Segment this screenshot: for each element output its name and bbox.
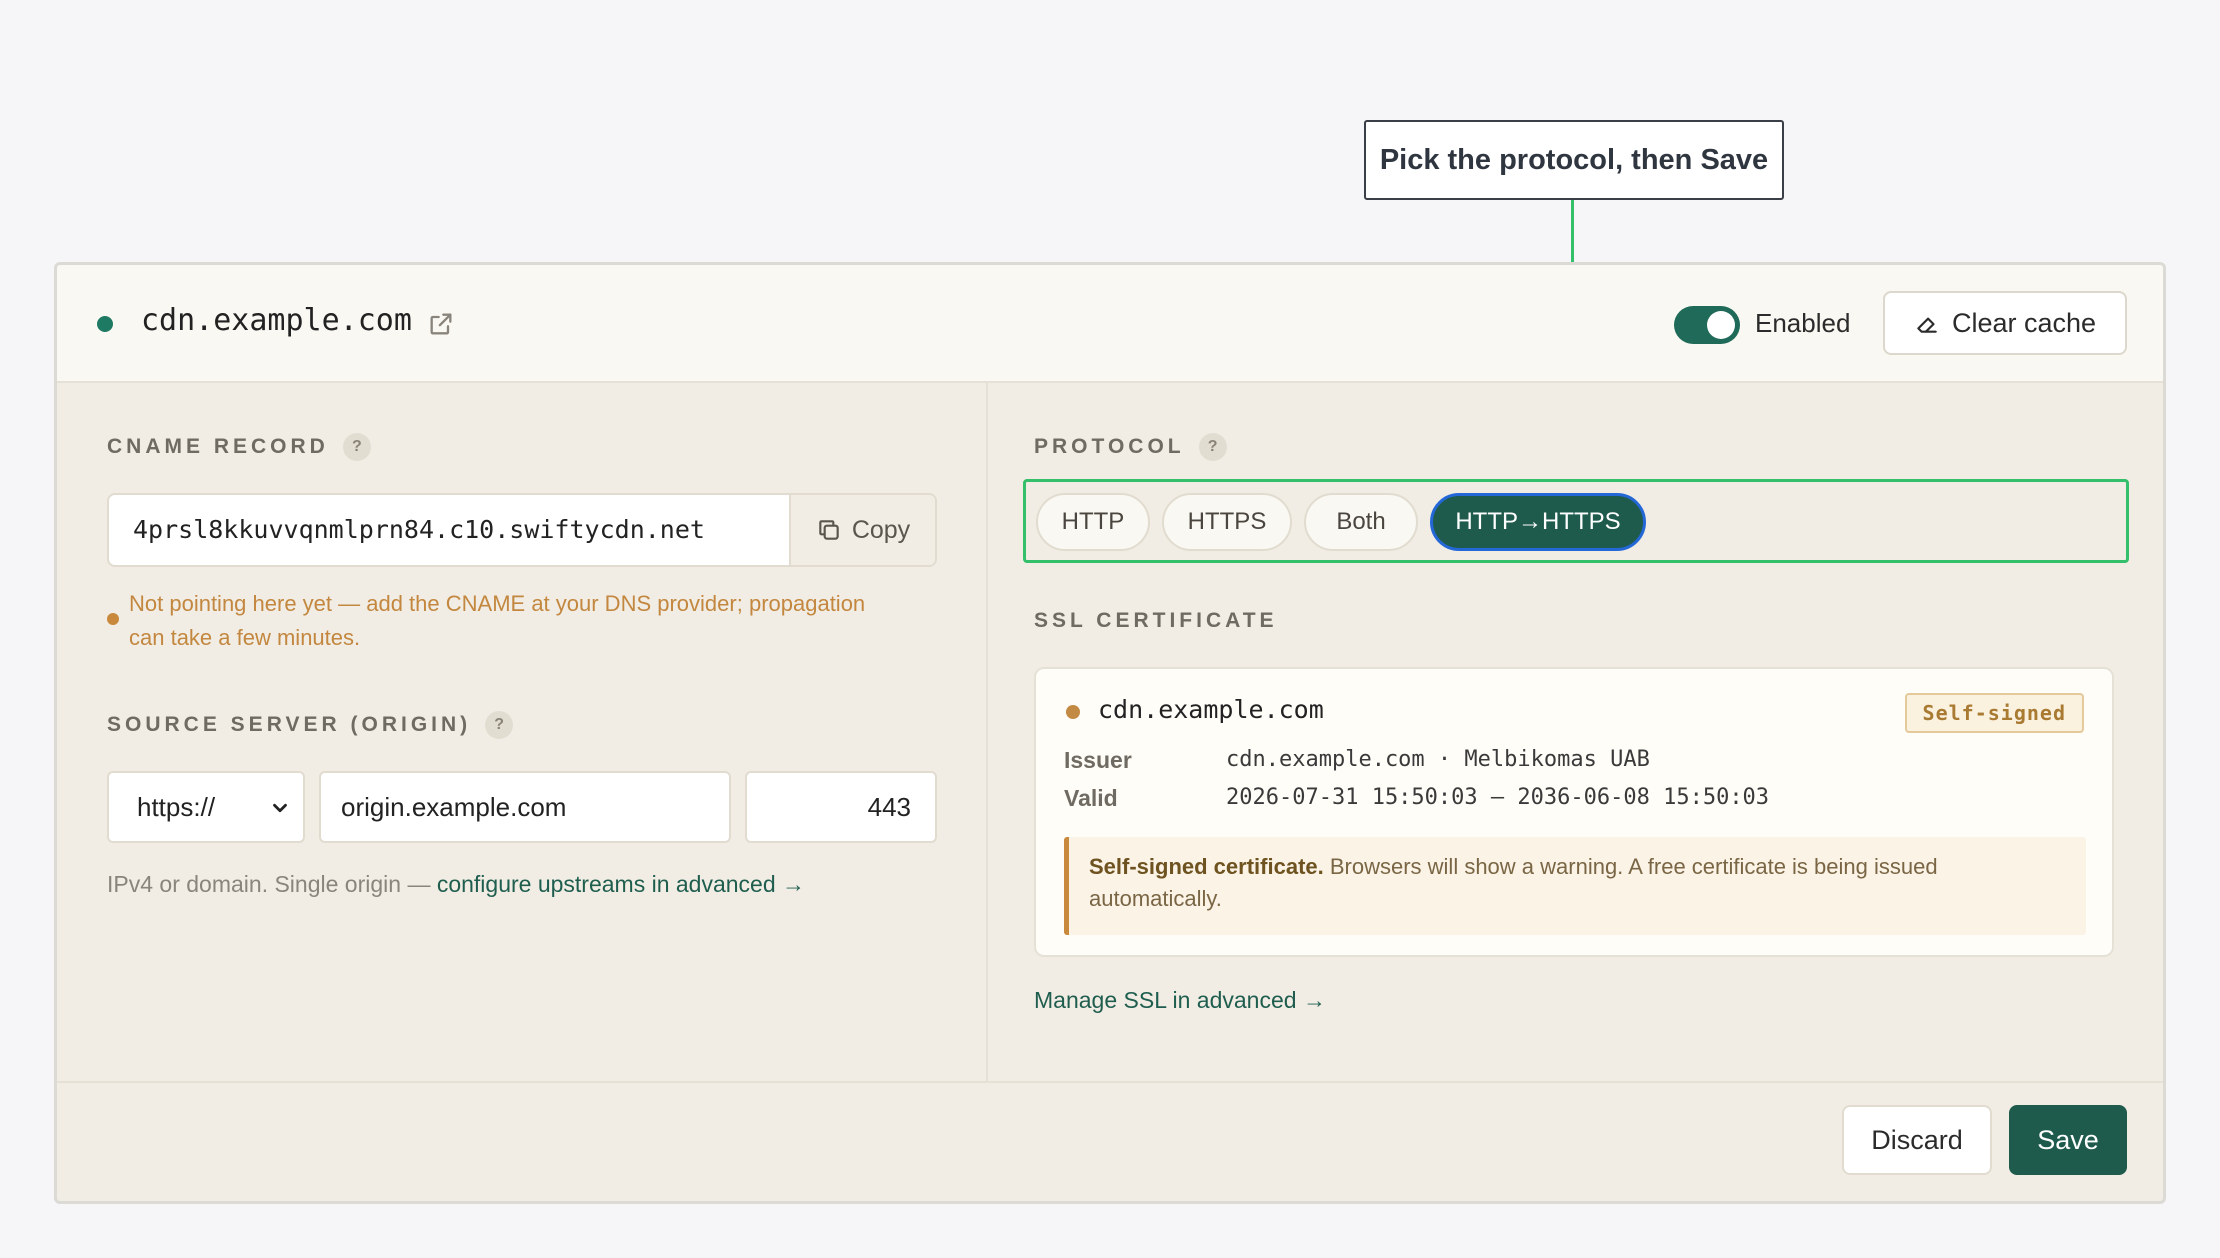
copy-button[interactable]: Copy [789,495,935,565]
protocol-option-both[interactable]: Both [1304,493,1418,551]
status-indicator [97,316,113,332]
protocol-option-https[interactable]: HTTPS [1162,493,1292,551]
valid-value: 2026-07-31 15:50:03 — 2036-06-08 15:50:0… [1226,785,1770,810]
cname-field: 4prsl8kkuvvqnmlprn84.c10.swiftycdn.net C… [107,493,937,567]
configure-upstreams-link[interactable]: configure upstreams in advanced → [437,871,805,897]
ssl-domain: cdn.example.com [1098,695,1324,724]
valid-key: Valid [1064,785,1118,811]
column-divider [986,383,988,1081]
protocol-option-http-to-https[interactable]: HTTP→HTTPS [1430,493,1646,551]
clear-cache-button[interactable]: Clear cache [1883,291,2127,355]
origin-host-input[interactable]: origin.example.com [319,771,731,843]
save-label: Save [2037,1124,2099,1155]
discard-label: Discard [1871,1124,1963,1155]
cname-warning-text: Not pointing here yet — add the CNAME at… [129,591,866,650]
warning-dot [107,613,119,625]
ssl-section-label: SSL CERTIFICATE [1034,609,1278,633]
origin-label: SOURCE SERVER (ORIGIN) [107,713,472,736]
self-signed-warning: Self-signed certificate. Browsers will s… [1064,837,2086,935]
ssl-certificate-card: cdn.example.com Self-signed Issuer cdn.e… [1034,667,2114,957]
origin-scheme-select[interactable]: https:// [107,771,305,843]
clear-cache-label: Clear cache [1951,307,2097,338]
tooltip-callout: Pick the protocol, then Save [1364,120,1784,200]
origin-port-input[interactable]: 443 [745,771,937,843]
origin-help-prefix: IPv4 or domain. Single origin — [107,871,437,897]
footer-divider [57,1081,2163,1083]
protocol-segmented-control: HTTP HTTPS Both HTTP→HTTPS [1023,479,2129,563]
issuer-key: Issuer [1064,747,1132,773]
self-signed-badge: Self-signed [1904,693,2084,733]
issuer-value: cdn.example.com · Melbikomas UAB [1226,747,1650,772]
eraser-icon [1917,317,1937,333]
cname-section-label: CNAME RECORD ? [107,433,371,461]
ssl-status-dot [1066,705,1080,719]
protocol-section-label: PROTOCOL ? [1034,433,1227,461]
enabled-toggle-label: Enabled [1755,308,1851,338]
origin-host-value: origin.example.com [341,791,567,822]
card-header: cdn.example.com Enabled Clear cache [57,265,2163,383]
protocol-help-icon[interactable]: ? [1198,433,1227,461]
self-signed-warning-title: Self-signed certificate. [1089,854,1324,879]
callout-text: Pick the protocol, then Save [1379,143,1769,176]
origin-help-text: IPv4 or domain. Single origin — configur… [107,871,805,898]
copy-label: Copy [851,515,911,544]
cname-value[interactable]: 4prsl8kkuvvqnmlprn84.c10.swiftycdn.net [133,515,705,544]
protocol-label: PROTOCOL [1034,435,1185,458]
discard-button[interactable]: Discard [1842,1105,1992,1175]
origin-scheme-value: https:// [137,791,216,822]
enabled-toggle[interactable] [1674,306,1740,344]
cname-label: CNAME RECORD [107,435,329,458]
origin-section-label: SOURCE SERVER (ORIGIN) ? [107,711,514,739]
cdn-resource-card: cdn.example.com Enabled Clear cache CNAM… [54,262,2166,1204]
copy-icon [819,520,839,540]
external-link-icon[interactable] [427,310,455,338]
chevron-down-icon [273,803,287,813]
protocol-option-http[interactable]: HTTP [1036,493,1150,551]
origin-help-icon[interactable]: ? [485,711,514,739]
cname-help-icon[interactable]: ? [342,433,371,461]
save-button[interactable]: Save [2009,1105,2127,1175]
domain-title: cdn.example.com [141,303,412,338]
origin-port-value: 443 [867,791,911,822]
manage-ssl-link[interactable]: Manage SSL in advanced → [1034,987,1326,1014]
ssl-label: SSL CERTIFICATE [1034,609,1278,632]
